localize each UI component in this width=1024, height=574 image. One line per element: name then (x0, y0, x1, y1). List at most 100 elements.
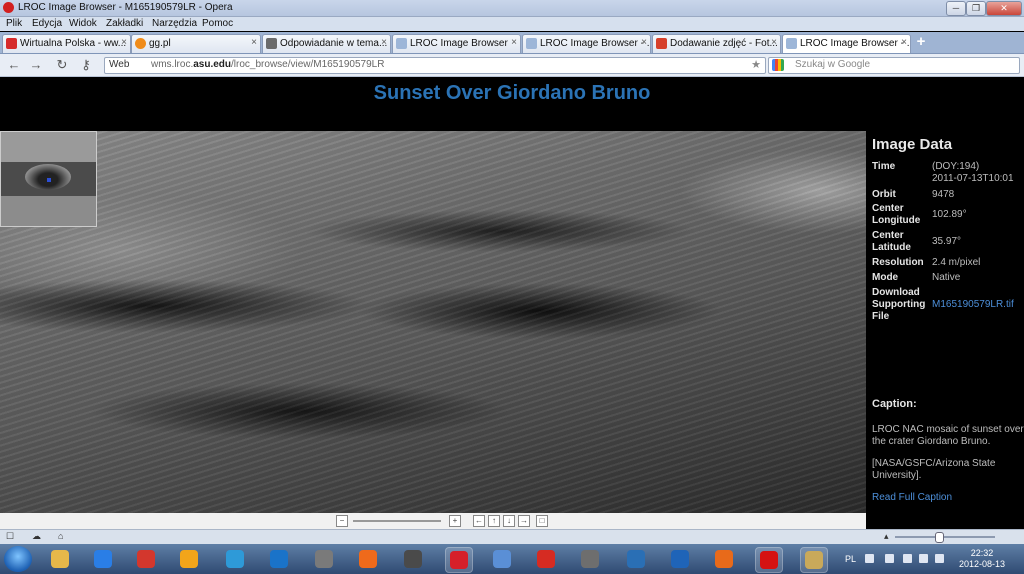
taskbar-origin-button[interactable] (355, 547, 381, 571)
taskbar-flash-button[interactable] (533, 547, 559, 571)
start-button[interactable] (4, 546, 32, 572)
menu-plik[interactable]: Plik (6, 18, 22, 29)
maximize-button[interactable]: ❐ (966, 1, 986, 16)
taskbar-winamp-button[interactable] (90, 547, 116, 571)
tab-close-icon[interactable]: × (121, 37, 127, 48)
menu-pomoc[interactable]: Pomoc (202, 18, 233, 29)
tab-wirtualna-polska[interactable]: Wirtualna Polska - ww... × (2, 34, 131, 53)
lunar-image-viewer[interactable] (0, 131, 866, 513)
taskbar-photo-gallery-button[interactable] (133, 547, 159, 571)
clock-time: 22:32 (970, 548, 994, 558)
taskbar-bc-button[interactable] (266, 547, 292, 571)
zoom-up-icon[interactable]: ▴ (884, 531, 889, 542)
tab-close-icon[interactable]: × (901, 37, 907, 48)
read-full-caption-link[interactable]: Read Full Caption (872, 492, 952, 503)
zoom-slider[interactable] (353, 520, 441, 522)
zoom-level-slider[interactable] (895, 536, 995, 538)
pan-down-button[interactable]: ↓ (503, 515, 515, 527)
tab-odpowiadanie[interactable]: Odpowiadanie w tema... × (262, 34, 391, 53)
taskbar-paint-button[interactable] (800, 547, 828, 573)
tray-network-icon[interactable] (903, 554, 912, 563)
overview-thumbnail[interactable] (0, 131, 97, 227)
crater-thumbnail (25, 164, 71, 190)
cloud-icon[interactable]: ☁ (32, 531, 41, 542)
forum-favicon-icon (266, 38, 277, 49)
taskbar-monitor-button[interactable] (667, 547, 693, 571)
ie-browser-icon (226, 550, 244, 568)
zoom-in-button[interactable]: + (449, 515, 461, 527)
origin-icon (359, 550, 377, 568)
tab-close-icon[interactable]: × (381, 37, 387, 48)
new-tab-button[interactable]: + (912, 34, 930, 50)
reset-view-button[interactable]: □ (536, 515, 548, 527)
tray-keyboard-icon[interactable] (865, 554, 874, 563)
download-file-link[interactable]: M165190579LR.tif (932, 299, 1014, 311)
resolution-label: Resolution (872, 257, 924, 268)
taskbar-globe-button[interactable] (489, 547, 515, 571)
zoom-level-knob[interactable] (935, 532, 944, 543)
back-button[interactable]: ← (6, 57, 22, 73)
bc-icon (270, 550, 288, 568)
taskbar-star-app-button[interactable] (445, 547, 473, 573)
tab-label: LROC Image Browser - ... (540, 38, 651, 49)
taskbar-firefox-button[interactable] (711, 547, 737, 571)
taskbar-steam-button[interactable] (623, 547, 649, 571)
reload-button[interactable]: ↻ (54, 57, 70, 73)
forward-button[interactable]: → (28, 57, 44, 73)
center-latitude-value: 35.97° (932, 236, 962, 247)
menu-edycja[interactable]: Edycja (32, 18, 62, 29)
taskbar-explorer-button[interactable] (47, 547, 73, 571)
url-text[interactable]: wms.lroc.asu.edu/lroc_browse/view/M16519… (151, 59, 384, 70)
search-field[interactable]: Szukaj w Google (768, 57, 1020, 74)
address-bar[interactable]: Web wms.lroc.asu.edu/lroc_browse/view/M1… (104, 57, 766, 74)
bookmark-star-icon[interactable]: ★ (751, 58, 761, 71)
tab-gg[interactable]: gg.pl × (131, 34, 261, 53)
pan-left-button[interactable]: ← (473, 515, 485, 527)
wand-key-icon[interactable]: ⚷ (78, 57, 94, 73)
taskbar-mouse-button[interactable] (311, 547, 337, 571)
taskbar-media-player-button[interactable] (176, 547, 202, 571)
tray-expand-icon[interactable] (885, 554, 894, 563)
menu-widok[interactable]: Widok (69, 18, 97, 29)
tab-close-icon[interactable]: × (251, 37, 257, 48)
zoom-out-button[interactable]: − (336, 515, 348, 527)
tab-close-icon[interactable]: × (771, 37, 777, 48)
clock-date: 2012-08-13 (958, 559, 1006, 569)
ea-icon (404, 550, 422, 568)
tab-close-icon[interactable]: × (511, 37, 517, 48)
search-placeholder: Szukaj w Google (795, 59, 871, 70)
system-tray: PL 22:32 2012-08-13 (845, 547, 1024, 571)
tray-volume-icon[interactable] (935, 554, 944, 563)
home-icon[interactable]: ⌂ (58, 531, 63, 541)
taskbar-mouse2-button[interactable] (577, 547, 603, 571)
tab-label: Dodawanie zdjęć - Fot... (670, 38, 778, 49)
page-title: Sunset Over Giordano Bruno (373, 82, 651, 104)
menu-narzedzia[interactable]: Narzędzia (152, 18, 197, 29)
menu-zakladki[interactable]: Zakładki (106, 18, 143, 29)
tab-dodawanie-zdjec[interactable]: Dodawanie zdjęć - Fot... × (652, 34, 781, 53)
mode-label: Mode (872, 272, 899, 283)
firefox-icon (715, 550, 733, 568)
minimize-button[interactable]: ─ (946, 1, 966, 16)
tab-lroc-2[interactable]: LROC Image Browser - ... × (522, 34, 651, 53)
page-favicon-icon (396, 38, 407, 49)
winamp-icon (94, 550, 112, 568)
location-marker (47, 178, 51, 182)
language-indicator[interactable]: PL (845, 554, 856, 564)
panel-toggle-icon[interactable]: ☐ (6, 531, 14, 542)
system-clock[interactable]: 22:32 2012-08-13 (951, 548, 1013, 570)
pan-right-button[interactable]: → (518, 515, 530, 527)
tab-close-icon[interactable]: × (641, 37, 647, 48)
tray-signal-icon[interactable] (919, 554, 928, 563)
download-label: Download Supporting File (872, 287, 926, 322)
taskbar-ie-browser-button[interactable] (222, 547, 248, 571)
pan-up-button[interactable]: ↑ (488, 515, 500, 527)
taskbar-ea-button[interactable] (400, 547, 426, 571)
close-window-button[interactable]: ✕ (986, 1, 1022, 16)
menu-bar: Plik Edycja Widok Zakładki Narzędzia Pom… (0, 17, 1024, 31)
google-logo-icon[interactable] (772, 59, 784, 71)
tab-lroc-1[interactable]: LROC Image Browser × (392, 34, 521, 53)
foto-favicon-icon (656, 38, 667, 49)
taskbar-opera-button[interactable] (755, 547, 783, 573)
tab-lroc-active[interactable]: LROC Image Browser - ... × (782, 34, 911, 53)
